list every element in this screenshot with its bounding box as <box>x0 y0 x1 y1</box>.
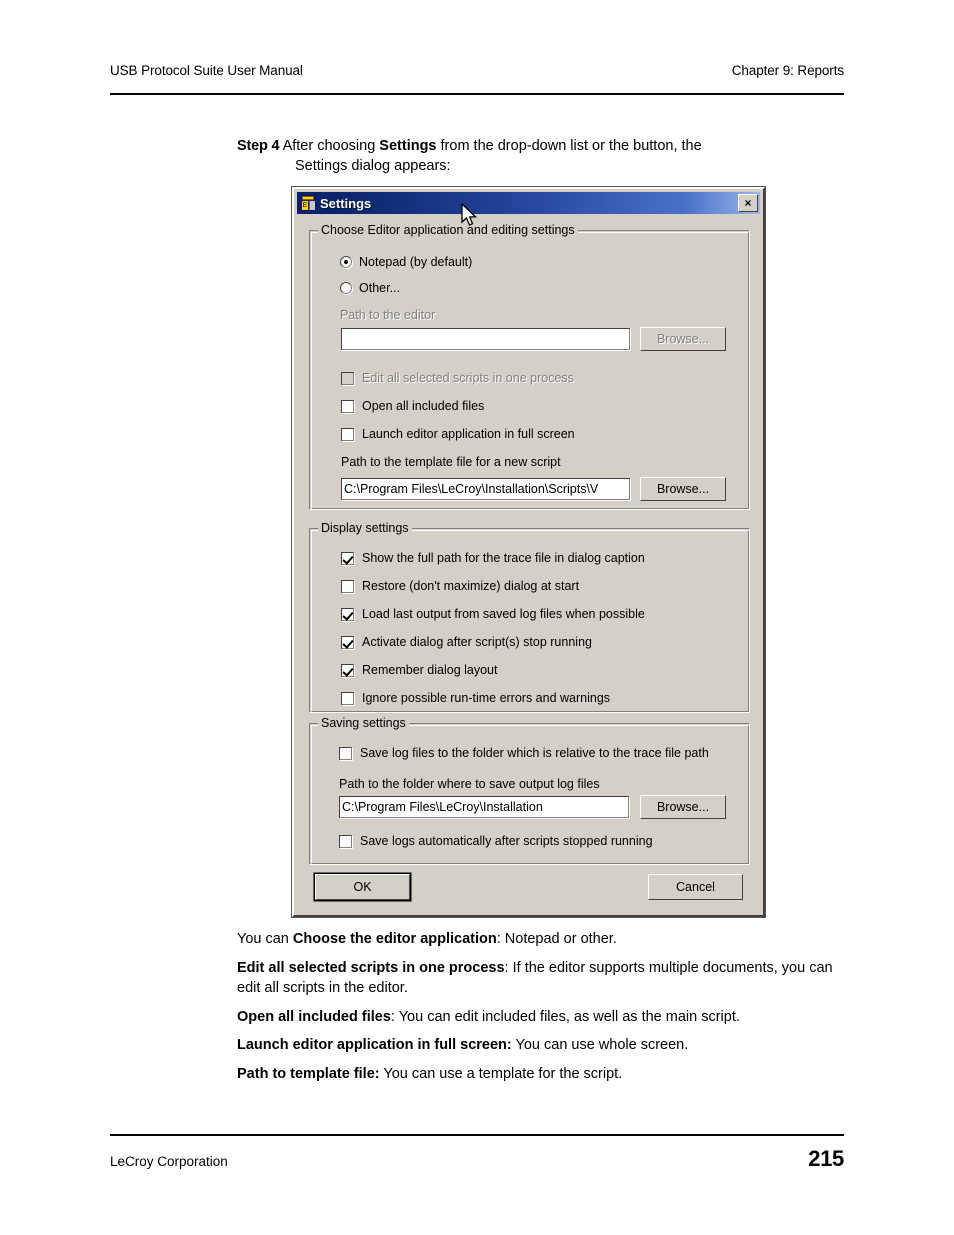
checkbox-restore-dialog-box[interactable] <box>341 579 354 593</box>
step-text-a: After choosing <box>282 138 380 154</box>
checkbox-load-last-output-box[interactable] <box>341 607 354 621</box>
header-divider <box>110 93 844 95</box>
radio-notepad[interactable]: Notepad (by default) <box>340 255 472 269</box>
p1-text-b: : Notepad or other. <box>496 931 617 947</box>
checkbox-show-full-path-box[interactable] <box>341 551 354 565</box>
page-number: 215 <box>808 1146 844 1171</box>
group-saving-settings-title: Saving settings <box>318 716 409 730</box>
script-settings-icon: E <box>300 195 316 211</box>
radio-notepad-label: Notepad (by default) <box>359 255 473 269</box>
checkbox-activate-dialog-box[interactable] <box>341 635 354 649</box>
radio-notepad-indicator[interactable] <box>340 256 352 268</box>
cancel-button[interactable]: Cancel <box>648 874 743 900</box>
dialog-titlebar[interactable]: E Settings × <box>297 192 760 214</box>
step-text-b: from the drop-down list or the button, t… <box>436 138 702 154</box>
checkbox-save-relative-folder-label: Save log files to the folder which is re… <box>360 746 709 760</box>
checkbox-full-screen-label: Launch editor application in full screen <box>362 427 575 441</box>
checkbox-show-full-path[interactable]: Show the full path for the trace file in… <box>341 551 645 565</box>
paragraph-choose-editor: You can Choose the editor application: N… <box>237 929 847 950</box>
footer-company: LeCroy Corporation <box>110 1154 228 1169</box>
path-to-output-folder-input[interactable]: C:\Program Files\LeCroy\Installation <box>339 796 629 818</box>
footer-divider <box>110 1134 844 1136</box>
description-list: You can Choose the editor application: N… <box>237 929 847 1092</box>
checkbox-load-last-output-label: Load last output from saved log files wh… <box>362 607 645 621</box>
checkbox-full-screen-box[interactable] <box>341 427 354 441</box>
browse-output-folder-button[interactable]: Browse... <box>640 795 726 819</box>
checkbox-remember-layout-label: Remember dialog layout <box>362 663 498 677</box>
checkbox-edit-all-scripts-label: Edit all selected scripts in one process <box>362 371 574 385</box>
checkbox-remember-layout-box[interactable] <box>341 663 354 677</box>
checkbox-open-included-files-label: Open all included files <box>362 399 485 413</box>
header-manual-title: USB Protocol Suite User Manual <box>110 63 303 78</box>
p5-bold: Path to template file: <box>237 1065 380 1082</box>
ok-button[interactable]: OK <box>315 874 410 900</box>
browse-template-button[interactable]: Browse... <box>640 477 726 501</box>
checkbox-save-relative-folder-box[interactable] <box>339 746 352 760</box>
checkbox-load-last-output[interactable]: Load last output from saved log files wh… <box>341 607 645 621</box>
p2-bold: Edit all selected scripts in one process <box>237 959 505 976</box>
p5-text: You can use a template for the script. <box>379 1065 623 1082</box>
checkbox-edit-all-scripts[interactable]: Edit all selected scripts in one process <box>341 371 574 385</box>
path-to-editor-label: Path to the editor <box>340 308 436 322</box>
step-label: Step 4 <box>237 138 280 154</box>
step-text-line2: Settings dialog appears: <box>295 158 451 174</box>
page-footer: LeCroy Corporation 215 <box>110 1146 844 1172</box>
page-header: USB Protocol Suite User Manual Chapter 9… <box>110 63 844 78</box>
paragraph-edit-all-scripts: Edit all selected scripts in one process… <box>237 958 847 999</box>
checkbox-edit-all-scripts-box[interactable] <box>341 371 354 385</box>
p4-bold: Launch editor application in full screen… <box>237 1037 512 1053</box>
close-icon[interactable]: × <box>738 194 758 212</box>
p1-bold: Choose the editor application <box>292 931 497 947</box>
path-to-editor-input[interactable] <box>341 328 630 350</box>
path-to-template-input[interactable]: C:\Program Files\LeCroy\Installation\Scr… <box>341 478 630 500</box>
checkbox-activate-dialog[interactable]: Activate dialog after script(s) stop run… <box>341 635 592 649</box>
checkbox-restore-dialog[interactable]: Restore (don't maximize) dialog at start <box>341 579 579 593</box>
path-to-template-label: Path to the template file for a new scri… <box>341 455 561 469</box>
checkbox-save-relative-folder[interactable]: Save log files to the folder which is re… <box>339 746 709 760</box>
checkbox-open-included-files[interactable]: Open all included files <box>341 399 484 413</box>
radio-other[interactable]: Other... <box>340 281 400 295</box>
path-to-output-folder-label: Path to the folder where to save output … <box>339 777 600 791</box>
group-display-settings-title: Display settings <box>318 521 412 535</box>
checkbox-show-full-path-label: Show the full path for the trace file in… <box>362 551 645 565</box>
settings-dialog: E Settings × Choose Editor application a… <box>292 187 765 917</box>
paragraph-template-path: Path to template file: You can use a tem… <box>237 1064 847 1085</box>
checkbox-full-screen[interactable]: Launch editor application in full screen <box>341 427 575 441</box>
checkbox-ignore-runtime-errors[interactable]: Ignore possible run-time errors and warn… <box>341 691 610 705</box>
p1-text-a: You can <box>237 931 293 947</box>
radio-other-indicator[interactable] <box>340 282 352 294</box>
checkbox-ignore-runtime-errors-label: Ignore possible run-time errors and warn… <box>362 691 611 705</box>
header-chapter-title: Chapter 9: Reports <box>731 63 844 78</box>
p3-text: : You can edit included files, as well a… <box>390 1008 740 1025</box>
checkbox-open-included-files-box[interactable] <box>341 399 354 413</box>
checkbox-auto-save-logs-label: Save logs automatically after scripts st… <box>360 834 653 848</box>
paragraph-open-included: Open all included files: You can edit in… <box>237 1007 847 1028</box>
step-text-settings-bold: Settings <box>379 138 437 154</box>
browse-editor-button[interactable]: Browse... <box>640 327 726 351</box>
radio-other-label: Other... <box>359 281 400 295</box>
checkbox-restore-dialog-label: Restore (don't maximize) dialog at start <box>362 579 580 593</box>
paragraph-full-screen: Launch editor application in full screen… <box>237 1035 847 1056</box>
checkbox-ignore-runtime-errors-box[interactable] <box>341 691 354 705</box>
step-instruction: Step 4 After choosing Settings from the … <box>237 136 847 176</box>
checkbox-auto-save-logs[interactable]: Save logs automatically after scripts st… <box>339 834 653 848</box>
checkbox-activate-dialog-label: Activate dialog after script(s) stop run… <box>362 635 592 649</box>
dialog-title: Settings <box>320 195 372 211</box>
p4-text: You can use whole screen. <box>511 1037 689 1053</box>
checkbox-auto-save-logs-box[interactable] <box>339 834 352 848</box>
checkbox-remember-layout[interactable]: Remember dialog layout <box>341 663 498 677</box>
group-editor-settings-title: Choose Editor application and editing se… <box>318 223 578 237</box>
dialog-client-area: E Settings × Choose Editor application a… <box>294 189 763 915</box>
p3-bold: Open all included files <box>237 1008 391 1025</box>
